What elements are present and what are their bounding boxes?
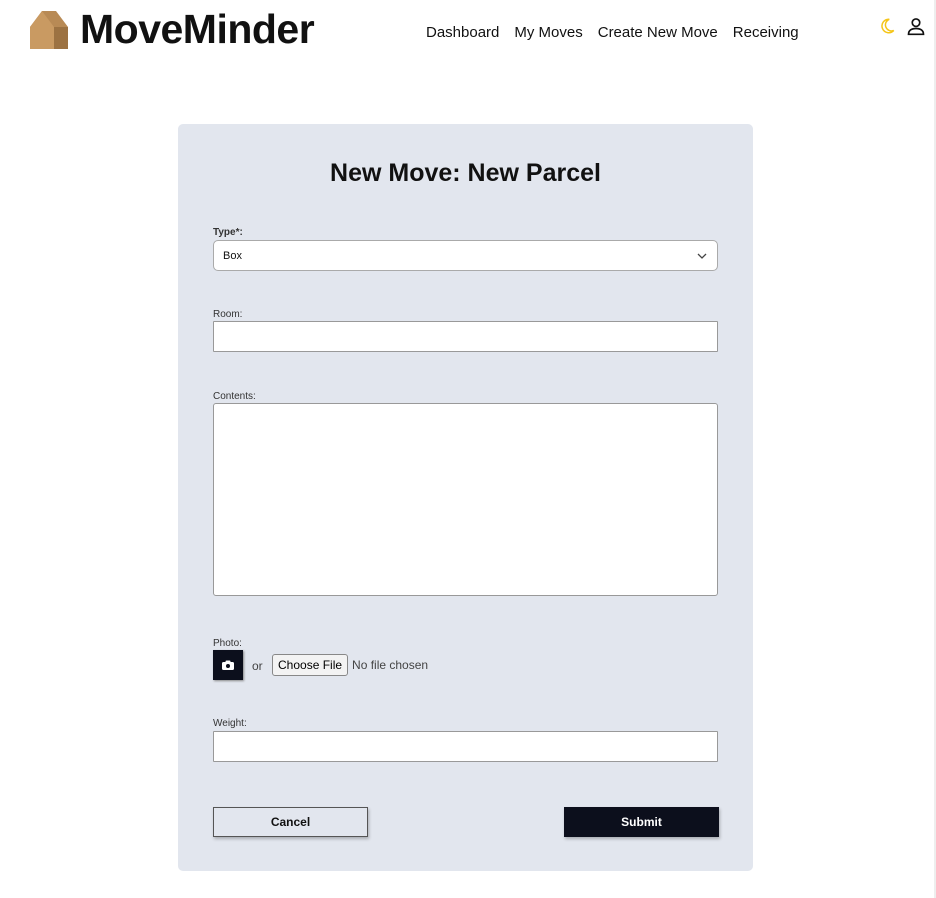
- or-text: or: [252, 659, 263, 673]
- camera-button[interactable]: [213, 650, 243, 680]
- weight-input[interactable]: [213, 731, 718, 762]
- weight-label: Weight:: [213, 718, 247, 729]
- header: MoveMinder Dashboard My Moves Create New…: [0, 0, 936, 60]
- app-name: MoveMinder: [80, 6, 315, 52]
- type-value: Box: [223, 250, 242, 262]
- nav-receiving[interactable]: Receiving: [733, 24, 799, 41]
- choose-file-button[interactable]: Choose File: [272, 654, 349, 676]
- moon-icon[interactable]: [878, 17, 896, 35]
- nav-dashboard[interactable]: Dashboard: [426, 24, 499, 41]
- type-select[interactable]: Box: [213, 240, 718, 271]
- nav-create-new-move[interactable]: Create New Move: [598, 24, 718, 41]
- camera-icon: [222, 660, 234, 670]
- chevron-down-icon: [697, 253, 707, 259]
- logo[interactable]: MoveMinder: [26, 6, 315, 53]
- submit-button[interactable]: Submit: [564, 807, 719, 837]
- photo-label: Photo:: [213, 638, 242, 649]
- room-input[interactable]: [213, 321, 718, 352]
- new-parcel-form: New Move: New Parcel Type*: Box Room: Co…: [178, 124, 753, 871]
- file-input: Choose File No file chosen: [272, 654, 428, 676]
- page-title: New Move: New Parcel: [330, 159, 601, 187]
- cancel-button[interactable]: Cancel: [213, 807, 368, 837]
- main-nav: Dashboard My Moves Create New Move Recei…: [426, 24, 799, 41]
- file-status: No file chosen: [352, 658, 429, 672]
- user-icon[interactable]: [906, 16, 926, 36]
- contents-textarea[interactable]: [213, 403, 718, 596]
- room-label: Room:: [213, 309, 243, 320]
- type-label: Type*:: [213, 227, 243, 238]
- nav-my-moves[interactable]: My Moves: [514, 24, 582, 41]
- box-house-logo-icon: [30, 10, 68, 49]
- contents-label: Contents:: [213, 391, 256, 402]
